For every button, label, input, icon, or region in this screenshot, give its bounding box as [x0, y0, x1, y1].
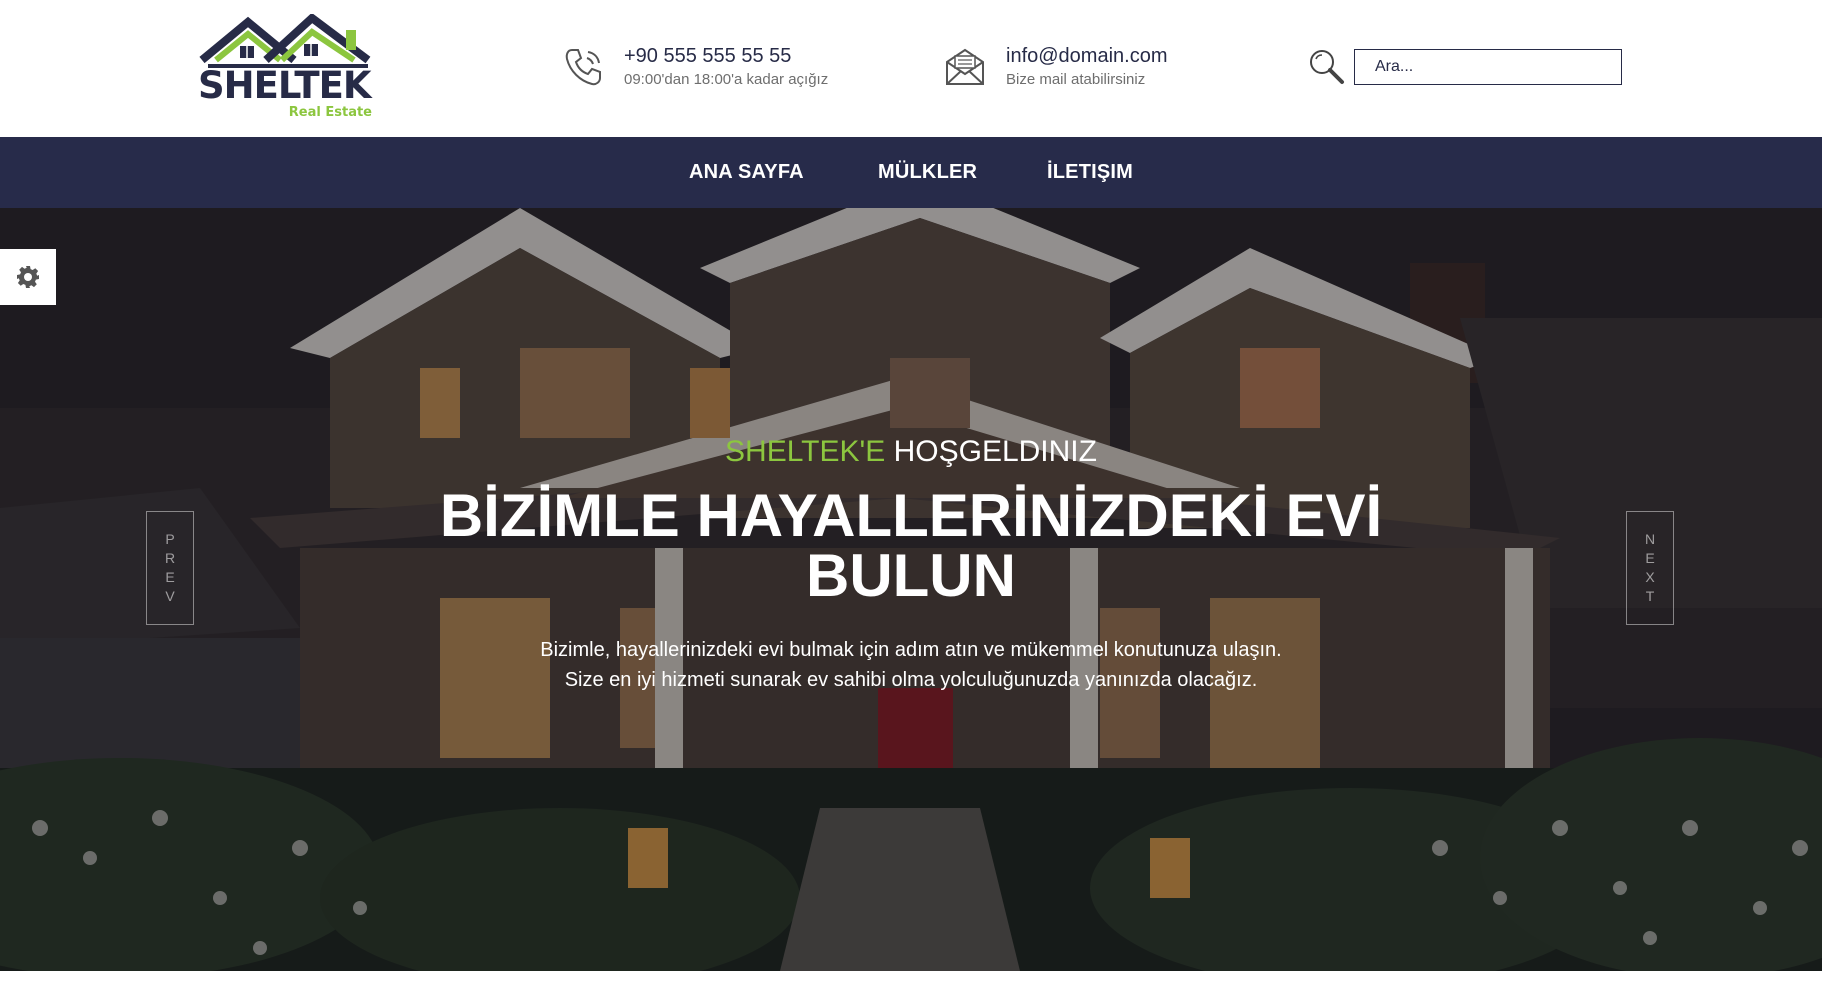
prev-letter: R [164, 550, 176, 566]
slider-prev-button[interactable]: P R E V [146, 511, 194, 625]
brand-tagline: Real Estate [288, 105, 372, 120]
nav-item-properties[interactable]: MÜLKLER [878, 159, 977, 185]
nav-item-home[interactable]: ANA SAYFA [689, 159, 804, 185]
envelope-icon [946, 48, 984, 85]
email-address[interactable]: info@domain.com [1006, 44, 1167, 68]
phone-number[interactable]: +90 555 555 55 55 [624, 44, 791, 68]
next-letter: E [1645, 550, 1655, 566]
prev-letter: P [165, 531, 175, 547]
hero-description-line-2: Size en iyi hizmeti sunarak ev sahibi ol… [564, 669, 1258, 691]
logo-house-icon [199, 14, 371, 68]
settings-toggle[interactable] [0, 249, 56, 305]
contact-phone: +90 555 555 55 55 09:00'dan 18:00'a kada… [562, 44, 862, 94]
hero-description-line-1: Bizimle, hayallerinizdeki evi bulmak içi… [540, 639, 1282, 661]
hero-welcome-text: HOŞGELDINIZ [893, 435, 1097, 468]
search-icon[interactable] [1306, 46, 1346, 86]
hero-title: BİZİMLE HAYALLERİNİZDEKİ EVİ BULUN [439, 482, 1383, 609]
contact-email: info@domain.com Bize mail atabilirsiniz [944, 44, 1204, 94]
brand-name: SHELTEK [198, 64, 372, 107]
gear-icon [17, 266, 39, 288]
search-input[interactable] [1354, 49, 1622, 85]
hero-welcome: SHELTEK'E HOŞGELDINIZ [0, 432, 1822, 472]
hero-description: Bizimle, hayallerinizdeki evi bulmak içi… [311, 635, 1511, 695]
phone-hours: 09:00'dan 18:00'a kadar açığız [624, 71, 829, 88]
next-letter: X [1645, 569, 1655, 585]
hero-welcome-brand: SHELTEK'E [725, 435, 886, 468]
slider-next-button[interactable]: N E X T [1626, 511, 1674, 625]
prev-letter: E [165, 569, 175, 585]
phone-icon [565, 49, 601, 86]
brand-logo[interactable]: SHELTEK Real Estate [198, 14, 374, 122]
nav-item-contact[interactable]: İLETIŞIM [1047, 159, 1133, 185]
site-header: SHELTEK Real Estate +90 555 555 55 55 09… [0, 0, 1822, 137]
next-letter: N [1644, 531, 1656, 547]
main-nav: ANA SAYFA MÜLKLER İLETIŞIM [0, 137, 1822, 208]
prev-letter: V [165, 588, 175, 604]
email-note: Bize mail atabilirsiniz [1006, 71, 1146, 88]
next-letter: T [1645, 588, 1655, 604]
